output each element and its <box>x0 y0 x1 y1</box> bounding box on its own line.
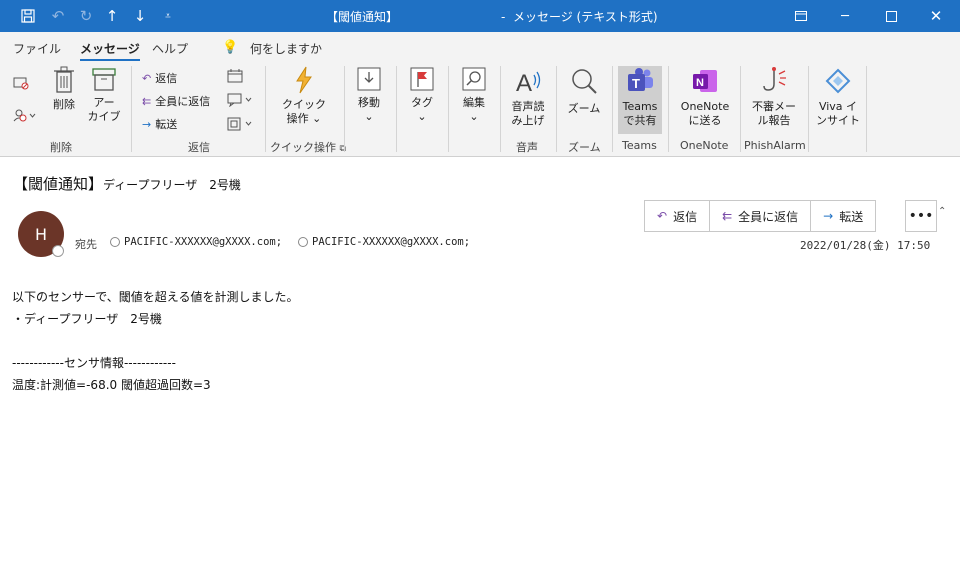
next-item-icon[interactable]: ↓ <box>130 6 150 26</box>
lightbulb-icon: 💡 <box>222 40 239 55</box>
reply-all-icon: ⇇ <box>722 209 733 223</box>
forward-icon: → <box>142 117 152 131</box>
sent-date: 2022/01/28(金) 17:50 <box>800 239 931 252</box>
group-label-onenote: OneNote <box>680 139 729 152</box>
tab-file[interactable]: ファイル <box>13 40 61 57</box>
forward-button[interactable]: → 転送 <box>142 116 177 132</box>
forward-action-button[interactable]: → 転送 <box>811 201 875 231</box>
reply-button[interactable]: ↶ 返信 <box>142 70 177 86</box>
close-button[interactable]: ✕ <box>913 0 959 32</box>
divider <box>866 66 867 152</box>
reply-icon: ↶ <box>657 209 668 223</box>
divider <box>131 66 132 152</box>
teams-icon: T <box>628 68 653 91</box>
recipient[interactable]: PACIFIC-XXXXXX@gXXXX.com; <box>110 236 282 248</box>
body-line: ・ディープフリーザ 2号機 <box>12 312 162 326</box>
ribbon-display-options-icon[interactable] <box>778 0 824 32</box>
svg-text:N: N <box>696 77 704 89</box>
message-subject: 【閾値通知】ディープフリーザ 2号機 <box>13 175 241 193</box>
divider <box>344 66 345 152</box>
previous-item-icon[interactable]: ↑ <box>102 6 122 26</box>
message-actions: ↶ 返信 ⇇ 全員に返信 → 転送 <box>644 200 877 232</box>
forward-icon: → <box>823 209 834 223</box>
reply-all-button[interactable]: ⇇ 全員に返信 <box>142 93 210 109</box>
send-to-onenote-button[interactable]: N OneNote に送る <box>674 66 736 128</box>
tell-me-search[interactable]: 何をしますか <box>250 40 322 57</box>
junk-icon[interactable] <box>10 106 40 124</box>
group-label-delete: 削除 <box>50 141 72 154</box>
group-label-zoom: ズーム <box>568 141 601 154</box>
presence-dot-icon <box>298 237 308 247</box>
editing-button[interactable]: 編集 ⌄ <box>457 66 491 124</box>
onenote-icon: N <box>693 70 717 92</box>
group-label-speech: 音声 <box>516 141 538 154</box>
body-line: ------------センサ情報------------ <box>12 356 176 370</box>
meeting-icon[interactable] <box>226 68 244 84</box>
minimize-button[interactable]: ─ <box>822 0 868 32</box>
body-line: 以下のセンサーで、閾値を超える値を計測しました。 <box>12 290 299 304</box>
group-label-quick-steps: クイック操作 ⧉ <box>270 141 346 154</box>
tags-button[interactable]: タグ ⌄ <box>405 66 439 124</box>
recipient[interactable]: PACIFIC-XXXXXX@gXXXX.com; <box>298 236 470 248</box>
share-to-teams-button[interactable]: T Teams で共有 <box>618 66 662 134</box>
reply-action-button[interactable]: ↶ 返信 <box>645 201 711 231</box>
message-body: 以下のセンサーで、閾値を超える値を計測しました。 ・ディープフリーザ 2号機 -… <box>12 286 298 396</box>
body-line <box>12 330 298 352</box>
more-actions-button[interactable]: ••• <box>905 200 937 232</box>
tab-help[interactable]: ヘルプ <box>152 40 188 57</box>
save-icon[interactable] <box>18 6 38 26</box>
customize-toolbar-icon[interactable]: ⩡ <box>158 6 178 26</box>
reply-icon: ↶ <box>142 71 152 85</box>
more-respond-icon[interactable] <box>226 116 256 132</box>
read-aloud-button[interactable]: A 音声読 み上げ <box>507 66 549 128</box>
tab-message[interactable]: メッセージ <box>80 40 140 61</box>
group-label-teams: Teams <box>622 139 657 152</box>
divider <box>500 66 501 152</box>
divider <box>556 66 557 152</box>
archive-button[interactable]: アー カイブ <box>86 66 122 124</box>
collapse-ribbon-icon[interactable]: ⌃ <box>938 206 946 217</box>
divider <box>265 66 266 152</box>
quick-steps-button[interactable]: クイック 操作 ⌄ <box>280 66 328 126</box>
im-reply-icon[interactable] <box>226 92 256 108</box>
group-label-respond: 返信 <box>188 141 210 154</box>
reply-all-icon: ⇇ <box>142 94 152 108</box>
group-label-phishalarm: PhishAlarm <box>744 139 806 152</box>
delete-button[interactable]: 削除 <box>48 66 80 112</box>
divider <box>808 66 809 152</box>
divider <box>668 66 669 152</box>
redo-icon[interactable]: ↻ <box>76 6 96 26</box>
presence-indicator <box>52 245 64 257</box>
zoom-button[interactable]: ズーム <box>564 66 604 116</box>
divider <box>396 66 397 152</box>
phish-alarm-icon <box>763 67 786 91</box>
ribbon: 削除 アー カイブ 削除 ↶ 返信 ⇇ 全員に返信 → 転送 返信 クイック 操作 ⌄… <box>0 62 960 217</box>
menu-bar: ファイル メッセージ ヘルプ 💡 何をしますか <box>0 32 960 62</box>
presence-dot-icon <box>110 237 120 247</box>
ignore-icon[interactable] <box>10 74 32 92</box>
viva-insights-button[interactable]: Viva イ ンサイト <box>814 66 862 128</box>
reply-all-action-button[interactable]: ⇇ 全員に返信 <box>710 201 812 231</box>
svg-text:T: T <box>632 76 640 91</box>
title-bar: ↶ ↻ ↑ ↓ ⩡ 【閾値通知】 - メッセージ (テキスト形式) ─ ✕ <box>0 0 960 32</box>
divider <box>740 66 741 152</box>
move-button[interactable]: 移動 ⌄ <box>352 66 386 124</box>
undo-icon[interactable]: ↶ <box>48 6 68 26</box>
body-line: 温度:計測値=-68.0 閾値超過回数=3 <box>12 378 211 392</box>
svg-text:A: A <box>516 70 532 96</box>
report-phish-button[interactable]: 不審メー ル報告 <box>748 66 800 128</box>
divider <box>448 66 449 152</box>
divider <box>612 66 613 152</box>
viva-insights-icon <box>825 68 851 94</box>
to-label: 宛先 <box>75 238 97 251</box>
maximize-button[interactable] <box>868 0 914 32</box>
